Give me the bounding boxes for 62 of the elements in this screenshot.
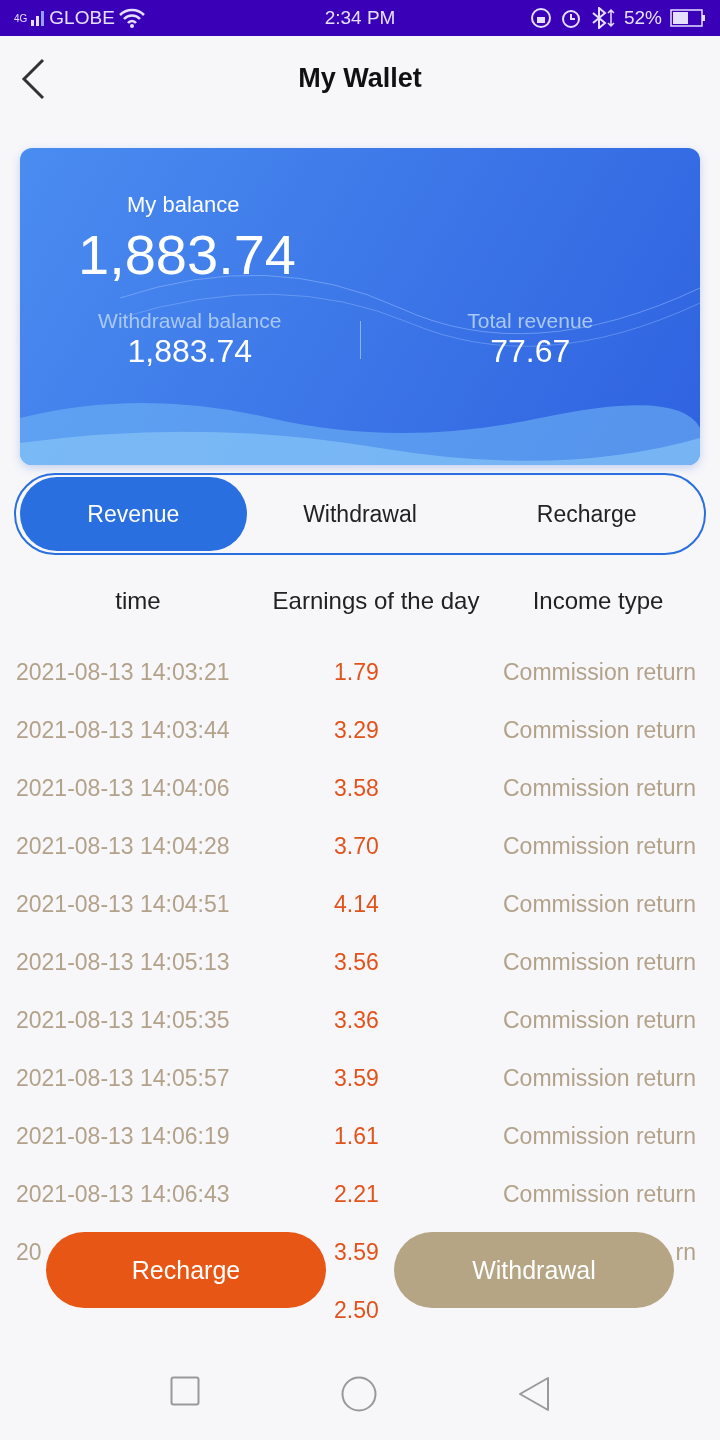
income-type-text: Commission return: [503, 774, 696, 802]
time-text: 2021-08-13 14:05:57: [16, 1064, 230, 1092]
balance-amount: 1,883.74: [78, 222, 297, 287]
balance-label: My balance: [127, 192, 241, 218]
amount-text: 3.36: [334, 1006, 379, 1034]
column-header: time: [114, 586, 162, 616]
amount-text: 3.59: [334, 1064, 379, 1092]
back-icon[interactable]: [20, 58, 46, 100]
income-type-text: Commission return: [503, 1064, 696, 1092]
time-text: 2021-08-13 14:03:44: [16, 716, 230, 744]
stat-value: 77.67: [490, 333, 571, 370]
alarm-icon: [560, 7, 582, 29]
time-text: 2021-08-13 14:05:35: [16, 1006, 230, 1034]
amount-text: 3.56: [334, 948, 379, 976]
amount-text: 3.70: [334, 832, 379, 860]
amount-text: 4.14: [334, 890, 379, 918]
time-text: 2021-08-13 14:06:43: [16, 1180, 230, 1208]
column-header: Income type: [531, 586, 665, 616]
time-text: 2021-08-13 14:06:19: [16, 1122, 230, 1150]
time-text: 20: [16, 1238, 42, 1266]
time-text: 2021-08-13 14:04:28: [16, 832, 230, 860]
time-text: 2021-08-13 14:05:13: [16, 948, 230, 976]
amount-text: 3.29: [334, 716, 379, 744]
time-text: 2021-08-13 14:04:06: [16, 774, 230, 802]
withdrawal-button[interactable]: Withdrawal: [394, 1232, 674, 1308]
status-time: 2:34 PM: [324, 7, 396, 29]
amount-text: 2.21: [334, 1180, 379, 1208]
battery-percent: 52%: [624, 7, 662, 29]
stat-value: 1,883.74: [127, 333, 253, 370]
amount-text: 3.58: [334, 774, 379, 802]
bluetooth-icon: [590, 7, 616, 29]
stat-label: Withdrawal balance: [98, 309, 282, 333]
recent-apps-icon[interactable]: [170, 1376, 201, 1406]
stat-label: Total revenue: [467, 309, 594, 333]
income-type-text: Commission return: [503, 1006, 696, 1034]
home-icon[interactable]: [341, 1376, 377, 1412]
amount-text: 3.59: [334, 1238, 379, 1266]
income-type-text: Commission return: [503, 1122, 696, 1150]
income-type-text: Commission return: [503, 948, 696, 976]
income-type-text: Commission return: [503, 832, 696, 860]
time-text: 2021-08-13 14:03:21: [16, 658, 230, 686]
income-type-text: Commission return: [503, 716, 696, 744]
column-header: Earnings of the day: [271, 586, 481, 616]
page-title: My Wallet: [298, 62, 422, 94]
battery-icon: [670, 9, 706, 27]
income-type-text: rn: [675, 1238, 696, 1266]
time-text: 2021-08-13 14:04:51: [16, 890, 230, 918]
amount-text: 1.79: [334, 658, 379, 686]
back-nav-icon[interactable]: [517, 1376, 550, 1412]
signal-icon: [31, 10, 46, 26]
income-type-text: Commission return: [503, 890, 696, 918]
amount-text: 2.50: [334, 1296, 379, 1324]
tab[interactable]: Revenue: [20, 477, 247, 551]
carrier-name: GLOBE: [49, 7, 115, 29]
tab[interactable]: Withdrawal: [246, 477, 474, 551]
amount-text: 1.61: [334, 1122, 379, 1150]
wifi-icon: [118, 8, 145, 28]
income-type-text: Commission return: [503, 658, 696, 686]
recharge-button[interactable]: Recharge: [46, 1232, 326, 1308]
income-type-text: Commission return: [503, 1180, 696, 1208]
tab[interactable]: Recharge: [473, 477, 700, 551]
network-type: 4G: [14, 12, 28, 24]
